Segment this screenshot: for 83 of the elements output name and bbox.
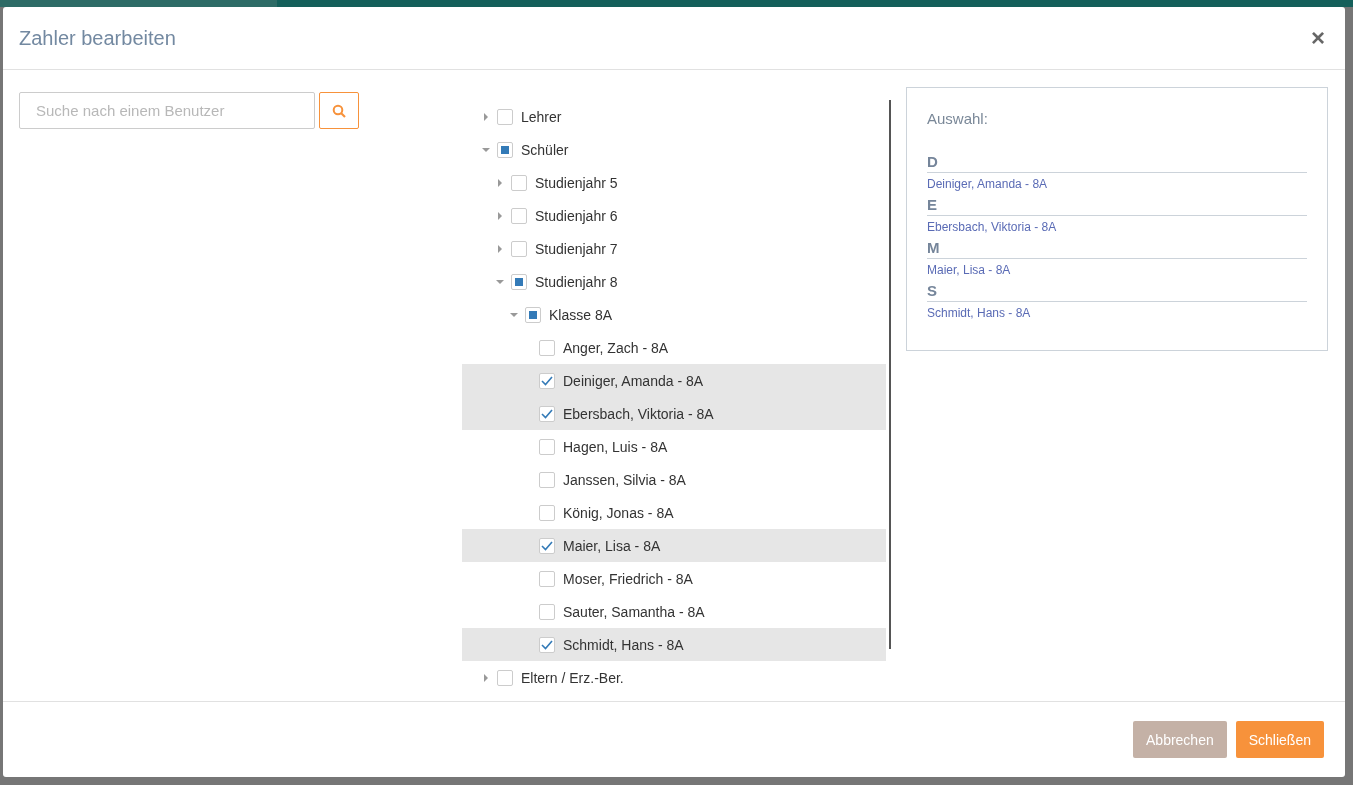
tree-label: Anger, Zach - 8A bbox=[563, 339, 669, 356]
tree-label: Studienjahr 7 bbox=[535, 240, 618, 257]
tree-label: Studienjahr 5 bbox=[535, 174, 618, 191]
checkbox[interactable] bbox=[511, 240, 527, 257]
checkbox[interactable] bbox=[539, 570, 555, 587]
search-field[interactable]: Suche nach einem Benutzer bbox=[19, 92, 315, 129]
checkbox[interactable] bbox=[511, 174, 527, 191]
tree-label: Hagen, Luis - 8A bbox=[563, 438, 668, 455]
partial-mark-icon bbox=[529, 310, 537, 319]
tree-label: Klasse 8A bbox=[549, 306, 613, 323]
checkbox[interactable] bbox=[539, 603, 555, 620]
tree-label: Schmidt, Hans - 8A bbox=[563, 636, 684, 653]
caret-icon[interactable] bbox=[496, 178, 504, 187]
tree-row[interactable]: Sauter, Samantha - 8A bbox=[462, 595, 886, 628]
tree-row[interactable]: Studienjahr 8 bbox=[462, 265, 886, 298]
tree-row[interactable]: Hagen, Luis - 8A bbox=[462, 430, 886, 463]
checkbox[interactable] bbox=[539, 372, 555, 389]
checkbox[interactable] bbox=[511, 273, 527, 290]
selected-user: Deiniger, Amanda - 8A bbox=[927, 176, 1049, 193]
tree-row[interactable]: Eltern / Erz.-Ber. bbox=[462, 661, 886, 694]
checkbox[interactable] bbox=[539, 438, 555, 455]
checkmark-icon bbox=[541, 408, 553, 419]
selected-user: Ebersbach, Viktoria - 8A bbox=[927, 219, 1058, 236]
tree-label: Studienjahr 8 bbox=[535, 273, 618, 290]
tree-label: König, Jonas - 8A bbox=[563, 504, 674, 521]
checkmark-icon bbox=[541, 540, 553, 551]
tree-label: Maier, Lisa - 8A bbox=[563, 537, 661, 554]
partial-mark-icon bbox=[501, 145, 509, 154]
search-button[interactable] bbox=[319, 92, 359, 129]
tree-label: Ebersbach, Viktoria - 8A bbox=[563, 405, 714, 422]
group-letter: E bbox=[927, 196, 1307, 216]
tree-row[interactable]: Anger, Zach - 8A bbox=[462, 331, 886, 364]
checkbox[interactable] bbox=[539, 339, 555, 356]
tree-row[interactable]: Studienjahr 6 bbox=[462, 199, 886, 232]
selected-user: Schmidt, Hans - 8A bbox=[927, 305, 1032, 322]
tree-label: Moser, Friedrich - 8A bbox=[563, 570, 693, 587]
caret-icon[interactable] bbox=[496, 244, 504, 253]
tree-label: Janssen, Silvia - 8A bbox=[563, 471, 686, 488]
tree-row[interactable]: Klasse 8A bbox=[462, 298, 886, 331]
checkbox[interactable] bbox=[497, 108, 513, 125]
checkbox[interactable] bbox=[511, 207, 527, 224]
dialog-title: Zahler bearbeiten bbox=[19, 26, 176, 50]
checkbox[interactable] bbox=[539, 504, 555, 521]
tree-label: Deiniger, Amanda - 8A bbox=[563, 372, 704, 389]
selected-user: Maier, Lisa - 8A bbox=[927, 262, 1012, 279]
tree-row[interactable]: Deiniger, Amanda - 8A bbox=[462, 364, 886, 397]
group-letter: D bbox=[927, 153, 1307, 173]
tree-row[interactable]: Schüler bbox=[462, 133, 886, 166]
checkbox[interactable] bbox=[497, 141, 513, 158]
caret-icon[interactable] bbox=[510, 310, 518, 319]
caret-icon[interactable] bbox=[482, 112, 490, 121]
search-icon bbox=[332, 103, 346, 118]
checkbox[interactable] bbox=[539, 471, 555, 488]
partial-mark-icon bbox=[515, 277, 523, 286]
tree-row[interactable]: Lehrer bbox=[462, 100, 886, 133]
checkmark-icon bbox=[541, 639, 553, 650]
caret-icon[interactable] bbox=[496, 277, 504, 286]
tree-row[interactable]: Janssen, Silvia - 8A bbox=[462, 463, 886, 496]
tree-row[interactable]: Schmidt, Hans - 8A bbox=[462, 628, 886, 661]
tree-row[interactable]: Maier, Lisa - 8A bbox=[462, 529, 886, 562]
tree-label: Sauter, Samantha - 8A bbox=[563, 603, 705, 620]
tree-row[interactable]: Moser, Friedrich - 8A bbox=[462, 562, 886, 595]
tree-row[interactable]: König, Jonas - 8A bbox=[462, 496, 886, 529]
checkmark-icon bbox=[541, 375, 553, 386]
tree-label: Eltern / Erz.-Ber. bbox=[521, 669, 624, 686]
caret-icon[interactable] bbox=[482, 673, 490, 682]
tree-row[interactable]: Ebersbach, Viktoria - 8A bbox=[462, 397, 886, 430]
tree-row[interactable]: Studienjahr 7 bbox=[462, 232, 886, 265]
caret-icon[interactable] bbox=[496, 211, 504, 220]
tree-row[interactable]: Studienjahr 5 bbox=[462, 166, 886, 199]
tree-label: Schüler bbox=[521, 141, 569, 158]
checkbox[interactable] bbox=[539, 636, 555, 653]
checkbox[interactable] bbox=[539, 537, 555, 554]
checkbox[interactable] bbox=[497, 669, 513, 686]
tree-label: Lehrer bbox=[521, 108, 562, 125]
group-letter: M bbox=[927, 239, 1307, 259]
selection-label: Auswahl: bbox=[927, 110, 989, 127]
tree-label: Studienjahr 6 bbox=[535, 207, 618, 224]
group-letter: S bbox=[927, 282, 1307, 302]
checkbox[interactable] bbox=[539, 405, 555, 422]
caret-icon[interactable] bbox=[482, 145, 490, 154]
checkbox[interactable] bbox=[525, 306, 541, 323]
close-button[interactable]: × bbox=[1307, 24, 1329, 52]
